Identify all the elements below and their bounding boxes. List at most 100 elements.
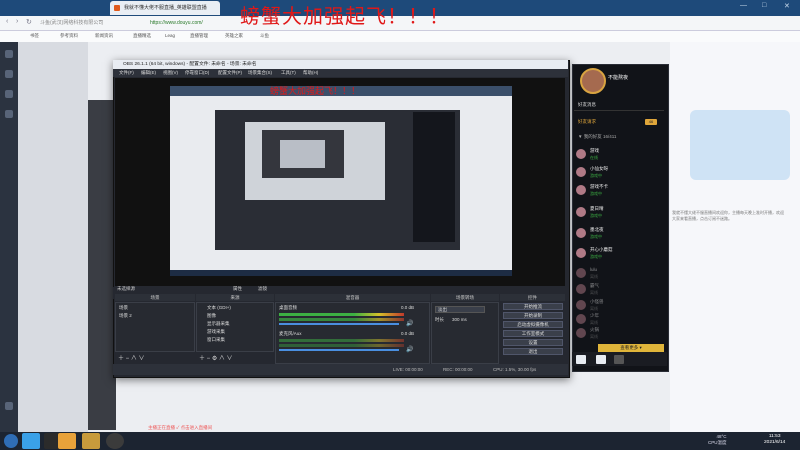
bookmark-item[interactable]: 书签 — [30, 33, 39, 39]
tab-friend-messages[interactable]: 好友消息 — [578, 102, 596, 108]
source-item[interactable]: 窗口采集 — [207, 337, 225, 343]
settings-icon[interactable] — [5, 402, 13, 410]
refresh-icon[interactable]: ↻ — [26, 18, 32, 26]
star-icon[interactable] — [5, 50, 13, 58]
obs-menu-docks[interactable]: 停靠窗口(D) — [185, 69, 209, 77]
studio-mode-button[interactable]: 工作室模式 — [503, 330, 563, 337]
friend-group-header[interactable]: ▼ 我的好友 16/411 — [578, 134, 616, 140]
page-description: 我就不懂大佬不服直播间欢迎你，主播每天晚上准时开播，欢迎大家来看直播，点击订阅不… — [672, 210, 784, 221]
friend-list-item[interactable]: lulu 离线 — [576, 267, 662, 281]
properties-button[interactable]: 属性 — [233, 286, 242, 292]
clock[interactable]: 11:53 2021/6/14 — [764, 434, 785, 446]
friend-list-item[interactable]: 游戏 在线 — [576, 148, 662, 162]
friend-name: 小怪兽 — [590, 299, 604, 304]
source-item[interactable]: 显示器采集 — [207, 321, 230, 327]
speaker-icon[interactable]: 🔊 — [406, 320, 413, 327]
mixer-channel-name: 麦克风/Aux — [279, 331, 302, 336]
source-item[interactable]: 游戏采集 — [207, 329, 225, 335]
start-virtual-camera-button[interactable]: 启动虚拟摄像机 — [503, 321, 563, 328]
volume-slider[interactable] — [279, 323, 399, 325]
minimize-button[interactable]: — — [740, 2, 747, 9]
browser-tab[interactable]: 我就不懂大佬不服直播_英雄联盟直播 — [110, 1, 220, 15]
mixer-channel-name: 桌面音频 — [279, 305, 297, 310]
obs-menu-edit[interactable]: 编辑(E) — [141, 69, 156, 77]
exit-button[interactable]: 退出 — [503, 348, 563, 355]
obs-menu-help[interactable]: 帮助(H) — [303, 69, 318, 77]
friend-list-item[interactable]: 开心小蘑菇 游戏中 — [576, 247, 662, 261]
back-icon[interactable]: ‹ — [6, 18, 8, 25]
source-item[interactable]: 文本 (GDI+) — [207, 305, 231, 311]
contacts-icon[interactable] — [596, 355, 606, 364]
preview-overlay-text: 螃蟹大加强起飞！！！ — [270, 87, 361, 97]
close-button[interactable]: ✕ — [784, 2, 790, 10]
source-add-remove-icons[interactable]: ＋ − ⚙ ∧ ∨ — [199, 353, 233, 362]
friend-list-item[interactable]: 小仙女呀 游戏中 — [576, 166, 662, 180]
douyu-app-icon[interactable] — [58, 433, 76, 449]
ad-card[interactable] — [690, 110, 790, 180]
sources-dock-header: 来源 — [196, 294, 274, 301]
bookmark-item[interactable]: 直播管理 — [190, 33, 208, 39]
ie-icon[interactable] — [22, 433, 40, 449]
group-icon[interactable] — [614, 355, 624, 364]
friend-requests-link[interactable]: 好友请求 — [578, 119, 596, 125]
volume-meter — [279, 313, 404, 316]
stream-bottom-link[interactable]: 主播正在直播 ✓ 点击进入直播间 — [148, 425, 212, 431]
preview-nested-screen-3 — [280, 140, 325, 168]
bookmark-icon[interactable] — [5, 70, 13, 78]
sources-list[interactable]: 文本 (GDI+) 图像 显示器采集 游戏采集 窗口采集 — [196, 302, 274, 352]
avatar — [576, 149, 586, 159]
bookmark-item[interactable]: 新闻资讯 — [95, 33, 113, 39]
obs-menu-file[interactable]: 文件(F) — [119, 69, 134, 77]
volume-slider[interactable] — [279, 349, 399, 351]
friend-name: lulu — [590, 267, 598, 272]
obs-menu-view[interactable]: 视图(V) — [163, 69, 178, 77]
bookmark-item[interactable]: 直播精选 — [133, 33, 151, 39]
download-icon[interactable] — [5, 110, 13, 118]
transitions-panel: 淡出 时长 300 ms — [431, 302, 499, 364]
friend-list-item[interactable]: 火锅 离线 — [576, 327, 662, 341]
message-icon[interactable] — [576, 355, 586, 364]
browser-tab-title: 我就不懂大佬不服直播_英雄联盟直播 — [124, 5, 207, 11]
filters-button[interactable]: 滤镜 — [258, 286, 267, 292]
system-tray[interactable]: 48°C CPU温度 — [708, 434, 727, 446]
transition-duration-value[interactable]: 300 ms — [452, 317, 467, 322]
speaker-icon[interactable]: 🔊 — [406, 346, 413, 353]
lol-icon[interactable] — [82, 433, 100, 449]
friend-list-item[interactable]: 小怪兽 离线 — [576, 299, 662, 313]
bookmark-item[interactable]: 英雄之家 — [225, 33, 243, 39]
transition-select[interactable]: 淡出 — [435, 306, 485, 313]
friend-list-item[interactable]: 夏日晴 游戏中 — [576, 206, 662, 220]
scene-item[interactable]: 场景 — [119, 305, 128, 311]
obs-menu-scene-collection[interactable]: 场景集合(S) — [248, 69, 272, 77]
rec-status: REC: 00:00:00 — [443, 367, 473, 372]
bookmark-item[interactable]: Leag — [165, 33, 175, 38]
view-more-button[interactable]: 查看更多 ▾ — [598, 344, 664, 352]
scene-item[interactable]: 场景 2 — [119, 313, 132, 319]
friend-list-item[interactable]: 游戏不卡 游戏中 — [576, 184, 662, 198]
scenes-list[interactable]: 场景 场景 2 — [115, 302, 195, 352]
forward-icon[interactable]: › — [16, 18, 18, 25]
bookmark-item[interactable]: 参考资料 — [60, 33, 78, 39]
friend-list-item[interactable]: 霸气 离线 — [576, 283, 662, 297]
no-source-label: 未选择源 — [117, 286, 135, 291]
obs-menu-profile[interactable]: 配置文件(P) — [218, 69, 242, 77]
avatar[interactable] — [580, 68, 606, 94]
source-item[interactable]: 图像 — [207, 313, 216, 319]
settings-button[interactable]: 设置 — [503, 339, 563, 346]
avatar — [576, 268, 586, 278]
audio-mixer: 桌面音频 0.0 dB 🔊 麦克风/Aux 0.0 dB 🔊 — [275, 302, 430, 364]
obs-icon[interactable] — [106, 433, 124, 449]
scene-add-remove-icons[interactable]: ＋ − ∧ ∨ — [118, 353, 145, 362]
friend-list-item[interactable]: 墨北夜 游戏中 — [576, 227, 662, 241]
start-recording-button[interactable]: 开始录制 — [503, 312, 563, 319]
start-button[interactable] — [4, 434, 18, 448]
avatar — [576, 167, 586, 177]
history-icon[interactable] — [5, 90, 13, 98]
bookmark-item[interactable]: 斗鱼 — [260, 33, 269, 39]
start-streaming-button[interactable]: 开始推流 — [503, 303, 563, 310]
friend-status: 游戏中 — [590, 254, 602, 259]
maximize-button[interactable]: □ — [762, 2, 766, 9]
friend-list-item[interactable]: 少年 离线 — [576, 313, 662, 327]
obs-menu-tools[interactable]: 工具(T) — [281, 69, 296, 77]
avatar — [576, 228, 586, 238]
